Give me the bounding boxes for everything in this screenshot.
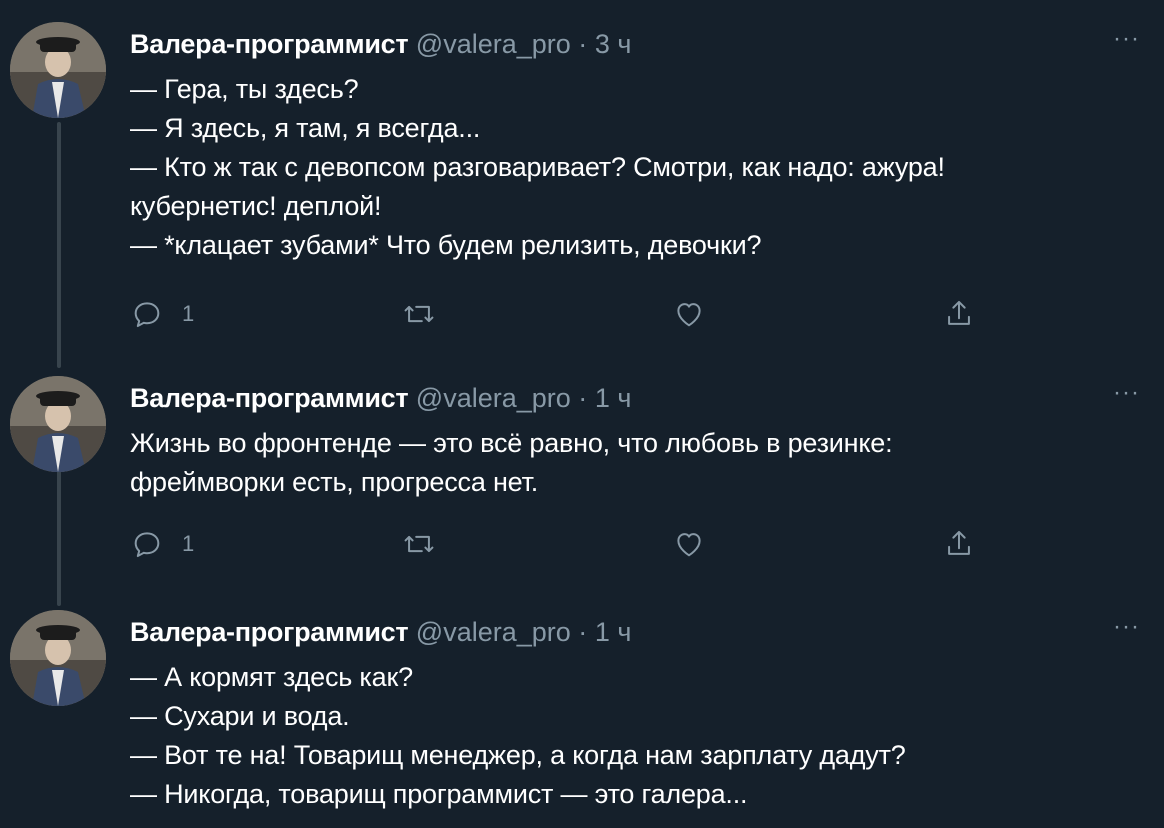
avatar-photo	[10, 376, 106, 472]
tweet-actions: 1	[130, 294, 1030, 334]
separator-dot: ·	[578, 29, 588, 59]
tweet-text-line: — Сухари и вода.	[130, 701, 350, 731]
retweet-icon	[404, 305, 434, 323]
tweet-text-line: кубернетис! деплой!	[130, 191, 382, 221]
more-options-button[interactable]: ···	[1113, 612, 1140, 652]
like-icon	[677, 533, 701, 557]
timestamp[interactable]: 3 ч	[595, 29, 632, 59]
tweet-header: Валера-программист @valera_pro · 1 ч	[130, 378, 631, 418]
display-name[interactable]: Валера-программист	[130, 383, 409, 413]
tweet-text-line: — Гера, ты здесь?	[130, 74, 359, 104]
reply-icon	[134, 302, 160, 328]
tweet-text-line: — А кормят здесь как?	[130, 662, 413, 692]
retweet-button[interactable]	[402, 294, 436, 334]
reply-button[interactable]: 1	[130, 524, 194, 564]
more-options-button[interactable]: ···	[1113, 24, 1140, 64]
tweet-text-line: — Я здесь, я там, я всегда...	[130, 113, 481, 143]
display-name[interactable]: Валера-программист	[130, 617, 409, 647]
tweet[interactable]: Валера-программист @valera_pro · 1 ч ···…	[0, 368, 1164, 588]
share-button[interactable]	[942, 294, 976, 334]
reply-button[interactable]: 1	[130, 294, 194, 334]
like-icon	[677, 303, 701, 327]
share-icon	[948, 300, 970, 325]
retweet-button[interactable]	[402, 524, 436, 564]
tweet-text-line: — Никогда, товарищ программист — это гал…	[130, 779, 748, 809]
more-options-button[interactable]: ···	[1113, 378, 1140, 418]
user-handle[interactable]: @valera_pro	[416, 617, 571, 647]
share-button[interactable]	[942, 524, 976, 564]
tweet-text: Жизнь во фронтенде — это всё равно, что …	[130, 424, 1130, 502]
like-button[interactable]	[672, 294, 706, 334]
tweet-actions: 1	[130, 524, 1030, 564]
like-button[interactable]	[672, 524, 706, 564]
reply-count: 1	[182, 301, 195, 326]
tweet-text-line: — *клацает зубами* Что будем релизить, д…	[130, 230, 762, 260]
tweet-header: Валера-программист @valera_pro · 3 ч	[130, 24, 631, 64]
tweet[interactable]: Валера-программист @valera_pro · 1 ч ···…	[0, 602, 1164, 828]
reply-count: 1	[182, 531, 195, 556]
separator-dot: ·	[578, 383, 588, 413]
user-handle[interactable]: @valera_pro	[416, 29, 571, 59]
display-name[interactable]: Валера-программист	[130, 29, 409, 59]
timestamp[interactable]: 1 ч	[595, 383, 632, 413]
tweet[interactable]: Валера-программист @valera_pro · 3 ч ···…	[0, 14, 1164, 354]
avatar-photo	[10, 22, 106, 118]
avatar[interactable]	[10, 22, 106, 118]
timestamp[interactable]: 1 ч	[595, 617, 632, 647]
retweet-icon	[404, 535, 434, 553]
tweet-text: — Гера, ты здесь? — Я здесь, я там, я вс…	[130, 70, 1130, 265]
tweet-text-line: фреймворки есть, прогресса нет.	[130, 467, 539, 497]
avatar[interactable]	[10, 376, 106, 472]
tweet-text-line: — Кто ж так с девопсом разговаривает? См…	[130, 152, 945, 182]
share-icon	[948, 530, 970, 555]
avatar[interactable]	[10, 610, 106, 706]
tweet-header: Валера-программист @valera_pro · 1 ч	[130, 612, 631, 652]
tweet-text-line: — Вот те на! Товарищ менеджер, а когда н…	[130, 740, 906, 770]
reply-icon	[134, 532, 160, 558]
tweet-text-line: Жизнь во фронтенде — это всё равно, что …	[130, 428, 893, 458]
user-handle[interactable]: @valera_pro	[416, 383, 571, 413]
tweet-text: — А кормят здесь как? — Сухари и вода. —…	[130, 658, 1130, 814]
avatar-photo	[10, 610, 106, 706]
separator-dot: ·	[578, 617, 588, 647]
